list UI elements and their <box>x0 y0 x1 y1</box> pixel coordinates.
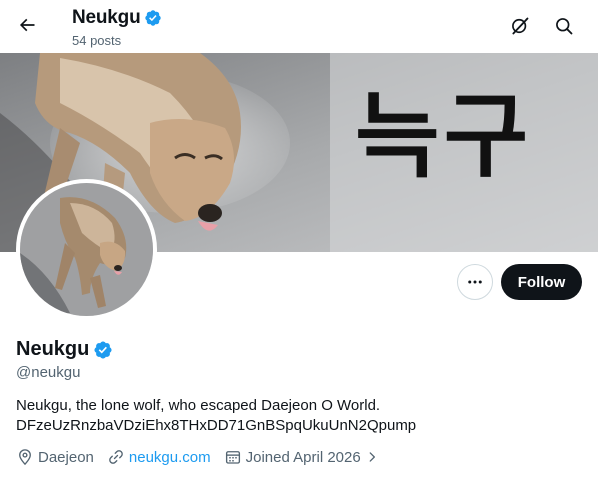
location-item: Daejeon <box>16 448 94 466</box>
banner-title: 늑구 <box>355 83 533 190</box>
back-button[interactable] <box>10 8 44 42</box>
verified-badge-icon[interactable] <box>93 340 113 360</box>
website-link[interactable]: neukgu.com <box>129 449 211 466</box>
search-icon <box>556 18 573 35</box>
header-title-row: Neukgu <box>72 7 162 29</box>
avatar-wolf-photo <box>20 183 153 316</box>
calendar-icon <box>225 451 240 464</box>
location-text: Daejeon <box>38 448 94 466</box>
posts-count: 54 posts <box>72 33 122 48</box>
arrow-left-icon <box>19 18 35 32</box>
display-name: Neukgu <box>16 338 90 360</box>
search-button[interactable] <box>547 9 581 43</box>
avatar[interactable] <box>16 179 157 320</box>
display-name-row: Neukgu <box>16 338 113 361</box>
website-item: neukgu.com <box>107 448 211 466</box>
bio-line: DFzeUzRnzbaVDziEhx8THxDD71GnBSpqUkuUnN2Q… <box>16 417 417 434</box>
handle: @neukgu <box>16 364 81 381</box>
link-icon <box>109 450 123 464</box>
location-pin-icon <box>19 449 31 466</box>
profile-meta: Daejeon neukgu.com Joined April 2026 <box>16 448 392 466</box>
joined-text: Joined April 2026 <box>245 448 361 466</box>
bio: Neukgu, the lone wolf, who escaped Daeje… <box>16 396 576 436</box>
more-dots-icon <box>468 280 482 284</box>
joined-item[interactable]: Joined April 2026 <box>224 448 379 466</box>
chevron-right-icon <box>369 452 375 462</box>
grok-button[interactable] <box>503 9 537 43</box>
more-options-button[interactable] <box>457 264 493 300</box>
verified-badge-icon <box>145 10 162 26</box>
grok-icon <box>512 17 529 35</box>
top-bar: Neukgu 54 posts <box>0 0 598 53</box>
header-title: Neukgu <box>72 7 141 28</box>
follow-button[interactable]: Follow <box>501 264 582 300</box>
bio-line: Neukgu, the lone wolf, who escaped Daeje… <box>16 397 381 414</box>
